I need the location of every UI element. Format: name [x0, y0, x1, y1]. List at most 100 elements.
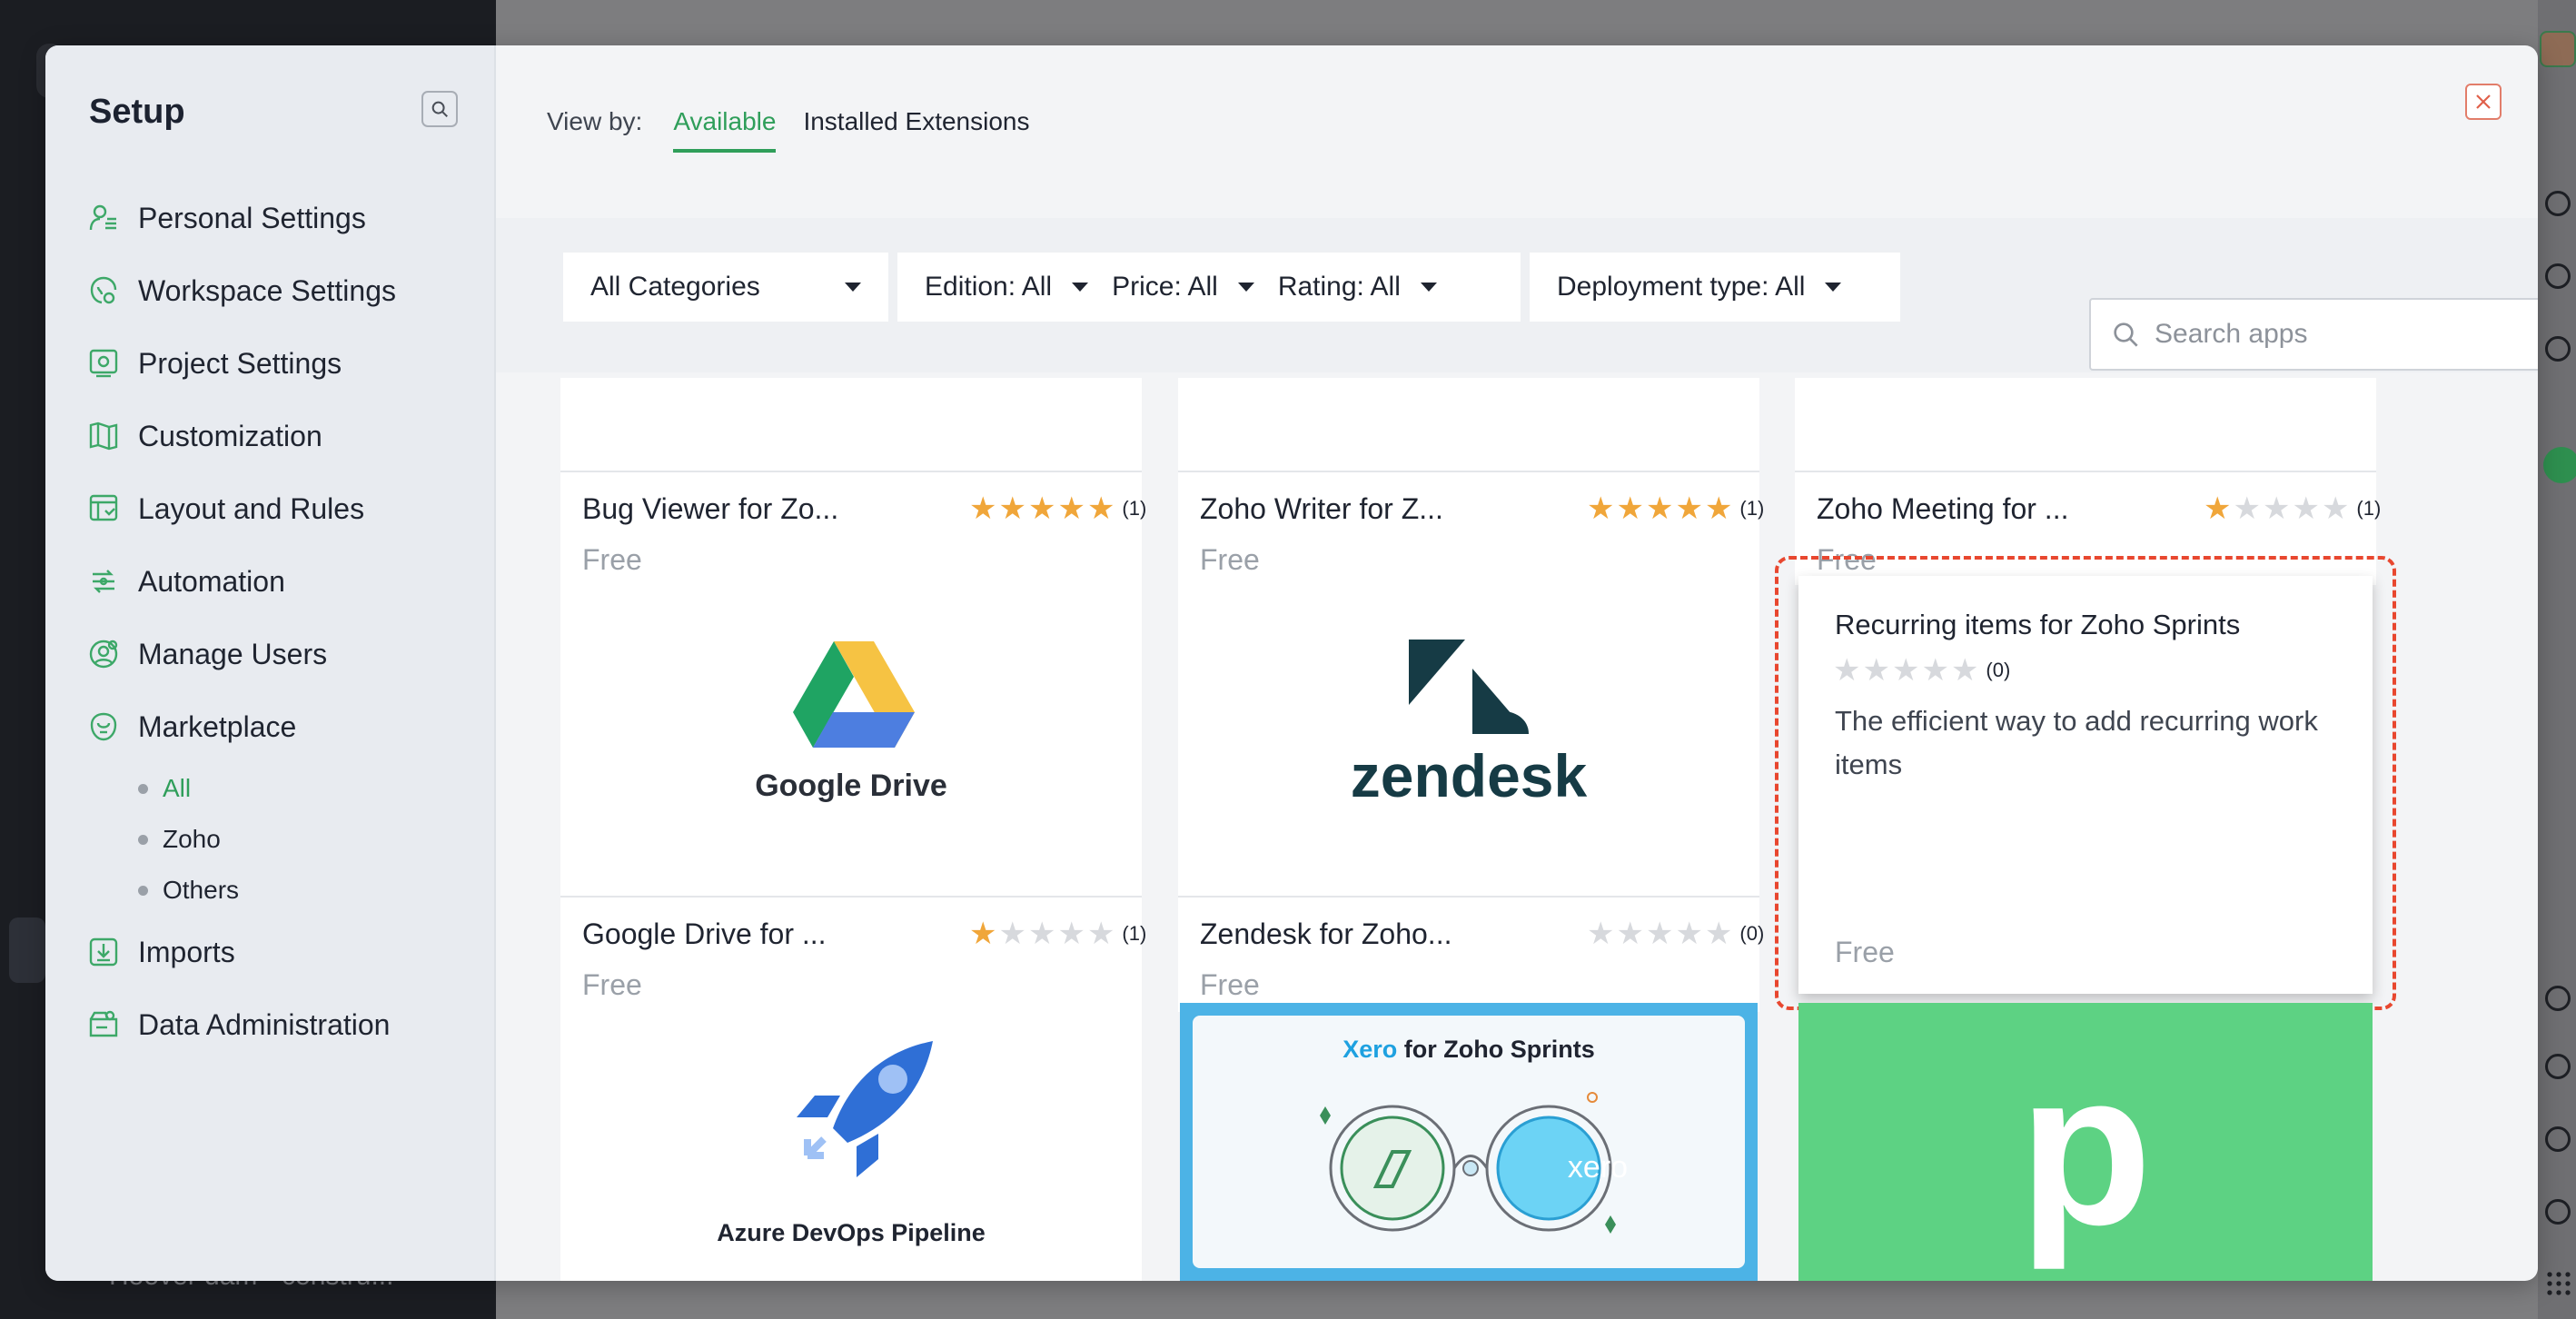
app-price: Free	[582, 968, 642, 1001]
manage-users-icon	[85, 636, 122, 672]
sidebar-item-label: Automation	[138, 564, 285, 598]
sidebar-item-data-administration[interactable]: Data Administration	[85, 988, 467, 1061]
chevron-down-icon	[1825, 283, 1842, 292]
search-apps-input[interactable]	[2155, 319, 2518, 350]
sidebar-item-label: Marketplace	[138, 709, 297, 743]
edition-price-rating-filters: Edition: All Price: All Rating: All	[897, 253, 1521, 322]
bell-icon	[2545, 336, 2571, 362]
setup-modal: Setup Personal Settings Workspace Settin…	[45, 45, 2538, 1281]
personal-settings-icon	[85, 200, 122, 236]
card-divider	[560, 471, 1142, 472]
sidebar-item-customization[interactable]: Customization	[85, 400, 467, 472]
app-name: Recurring items for Zoho Sprints	[1835, 609, 2241, 640]
background-selected-item	[9, 917, 45, 983]
chevron-down-icon	[1072, 283, 1089, 292]
app-name: Bug Viewer for Zo...	[582, 492, 839, 525]
app-card-google-drive[interactable]: Google Drive Google Drive for ... ★ ★ ★ ★ ★ …	[560, 576, 1146, 1012]
tab-installed-extensions[interactable]: Installed Extensions	[803, 107, 1029, 149]
edition-value: Edition: All	[925, 272, 1053, 302]
xero-banner: Xero for Zoho Sprints xero	[1193, 1016, 1745, 1268]
rating-count: (1)	[2356, 497, 2382, 520]
deployment-type-filter[interactable]: Deployment type: All	[1557, 272, 1842, 302]
card-divider	[1795, 471, 2376, 472]
app-card[interactable]: Zoho Meeting for ... ★ ★ ★ ★ ★ (1) Free	[1795, 378, 2381, 585]
app-card-xero[interactable]: Xero for Zoho Sprints xero	[1180, 1003, 1758, 1281]
sidebar-subitem-others[interactable]: Others	[138, 865, 467, 916]
search-icon	[2114, 322, 2138, 347]
rating-count: (1)	[1739, 497, 1765, 520]
sidebar-search-button[interactable]	[421, 91, 458, 127]
card-divider	[1178, 471, 1759, 472]
help-icon	[2545, 1199, 2571, 1225]
project-settings-icon	[85, 345, 122, 382]
app-card[interactable]: Zoho Writer for Z... ★ ★ ★ ★ ★ (1) Free	[1178, 378, 1764, 585]
app-card-p[interactable]: p	[1798, 1003, 2373, 1281]
sidebar-item-label: Personal Settings	[138, 201, 366, 234]
tab-available[interactable]: Available	[673, 107, 777, 153]
sidebar-item-label: Imports	[138, 935, 235, 968]
search-icon	[431, 101, 448, 117]
timer-icon	[2545, 1054, 2571, 1079]
sidebar-item-marketplace[interactable]: Marketplace	[85, 690, 467, 763]
search-icon	[2545, 191, 2571, 216]
sidebar-item-project-settings[interactable]: Project Settings	[85, 327, 467, 400]
app-card[interactable]: Bug Viewer for Zo... ★ ★ ★ ★ ★ (1) Free	[560, 378, 1146, 585]
rating-value: Rating: All	[1277, 272, 1401, 302]
view-by-tabs: View by: Available Installed Extensions	[547, 107, 1057, 153]
zendesk-logo	[1409, 640, 1529, 734]
price-dropdown[interactable]: Price: All	[1112, 272, 1254, 302]
bullet-icon	[138, 885, 148, 896]
chevron-down-icon	[845, 283, 861, 292]
layout-rules-icon	[85, 491, 122, 527]
app-description: The efficient way to add recurring work …	[1835, 705, 2318, 780]
sidebar-item-workspace-settings[interactable]: Workspace Settings	[85, 254, 467, 327]
app-price: Free	[582, 543, 642, 576]
customization-icon	[85, 418, 122, 454]
sidebar-subitem-zoho[interactable]: Zoho	[138, 814, 467, 865]
rating-stars: ★ ★ ★ ★ ★ (0)	[1833, 653, 2011, 688]
rating-dropdown[interactable]: Rating: All	[1278, 272, 1437, 302]
app-card-azure-devops[interactable]: Azure DevOps Pipeline	[560, 1003, 1142, 1281]
sidebar-item-personal-settings[interactable]: Personal Settings	[85, 182, 467, 254]
azure-devops-logo	[797, 1041, 933, 1177]
app-name: Zoho Meeting for ...	[1817, 492, 2069, 525]
avatar	[2540, 31, 2576, 67]
workspace-settings-icon	[85, 273, 122, 309]
deployment-type-dropdown[interactable]: Deployment type: All	[1530, 253, 1900, 322]
rating-count: (0)	[1986, 659, 2011, 681]
setup-sidebar: Setup Personal Settings Workspace Settin…	[45, 45, 496, 1281]
rating-stars: ★ ★ ★ ★ ★ (0)	[1587, 917, 1765, 951]
app-name: Zoho Writer for Z...	[1200, 492, 1443, 525]
sidebar-subitem-all[interactable]: All	[138, 763, 467, 814]
edition-dropdown[interactable]: Edition: All	[925, 272, 1089, 302]
sidebar-item-label: Customization	[138, 419, 322, 452]
close-button[interactable]	[2465, 84, 2502, 120]
app-name: Zendesk for Zoho...	[1200, 917, 1452, 950]
sidebar-item-imports[interactable]: Imports	[85, 916, 467, 988]
refresh-icon	[2545, 263, 2571, 289]
bullet-icon	[138, 783, 148, 794]
card-divider	[560, 896, 1142, 898]
sidebar-item-automation[interactable]: Automation	[85, 545, 467, 618]
automation-icon	[85, 563, 122, 600]
xero-banner-title-brand: Xero	[1342, 1036, 1398, 1063]
app-price: Free	[1835, 936, 1895, 968]
rating-stars: ★ ★ ★ ★ ★ (1)	[969, 917, 1147, 951]
xero-banner-title-rest: for Zoho Sprints	[1397, 1036, 1595, 1063]
zendesk-logo-text: zendesk	[1350, 742, 1588, 809]
data-administration-icon	[85, 1007, 122, 1043]
app-price: Free	[1200, 968, 1260, 1001]
categories-dropdown[interactable]: All Categories	[563, 253, 888, 322]
sidebar-item-manage-users[interactable]: Manage Users	[85, 618, 467, 690]
rating-stars: ★ ★ ★ ★ ★ (1)	[2204, 491, 2382, 526]
app-card-recurring-items[interactable]: Recurring items for Zoho Sprints ★ ★ ★ ★ ★ (…	[1798, 576, 2373, 994]
background-app-toolbar	[2538, 0, 2576, 1319]
app-card-zendesk[interactable]: zendesk Zendesk for Zoho... ★ ★ ★ ★ ★ (0) Fr…	[1178, 576, 1764, 1012]
sidebar-item-layout-and-rules[interactable]: Layout and Rules	[85, 472, 467, 545]
sidebar-item-label: Project Settings	[138, 346, 342, 380]
settings-icon	[2545, 1126, 2571, 1152]
sidebar-item-label: Manage Users	[138, 637, 328, 670]
setup-nav: Personal Settings Workspace Settings Pro…	[85, 182, 467, 1061]
search-apps-box[interactable]	[2089, 298, 2538, 371]
google-drive-logo-text: Google Drive	[755, 769, 947, 803]
